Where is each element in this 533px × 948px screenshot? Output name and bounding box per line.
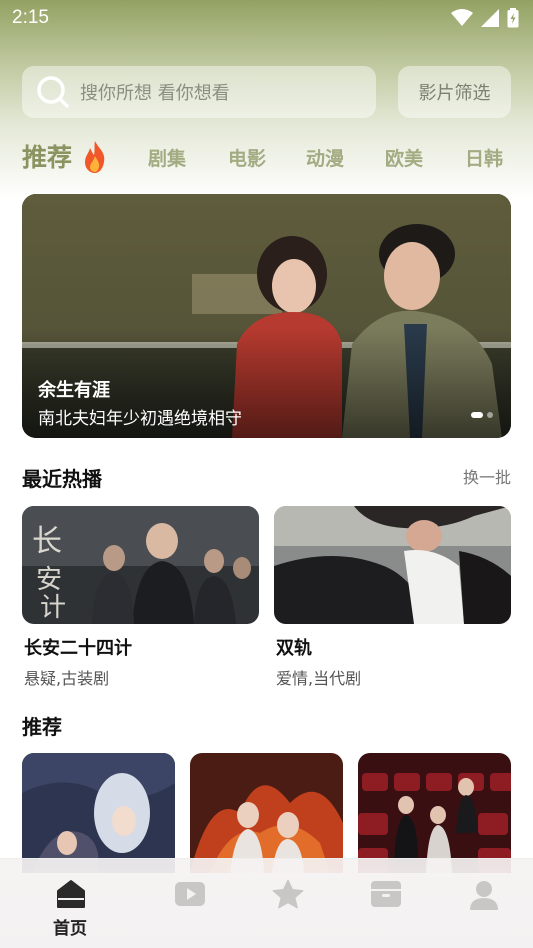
- refresh-button[interactable]: 换一批: [463, 464, 511, 488]
- nav-home-label[interactable]: 首页: [53, 914, 87, 939]
- poster-image: 长 安 计: [22, 506, 259, 624]
- section-title-recommend: 推荐: [22, 715, 62, 739]
- poster-image: [274, 506, 511, 624]
- battery-icon: [507, 8, 519, 28]
- nav-profile[interactable]: [464, 879, 504, 915]
- svg-text:长: 长: [32, 524, 62, 559]
- nav-favorite[interactable]: [268, 879, 308, 913]
- search-placeholder: 搜你所想 看你想看: [80, 83, 230, 104]
- search-input[interactable]: 搜你所想 看你想看: [22, 66, 376, 118]
- carousel-dot: [487, 412, 493, 418]
- poster-image: [22, 753, 175, 873]
- tab-recommend[interactable]: 推荐: [22, 138, 72, 174]
- poster-recommend-2[interactable]: [190, 753, 343, 873]
- carousel-indicator: [471, 412, 493, 418]
- nav-home[interactable]: [51, 879, 91, 913]
- flame-icon: [85, 141, 105, 173]
- card-title[interactable]: 双轨: [276, 634, 312, 660]
- search-icon: [37, 76, 69, 108]
- tab-anime[interactable]: 动漫: [306, 144, 344, 171]
- svg-text:安: 安: [36, 565, 62, 595]
- status-time: 2:15: [12, 7, 49, 28]
- tab-movie[interactable]: 电影: [228, 144, 266, 171]
- status-icons: [451, 8, 519, 28]
- banner-subtitle: 南北夫妇年少初遇绝境相守: [38, 409, 242, 429]
- tab-series[interactable]: 剧集: [148, 144, 186, 171]
- inbox-icon: [371, 881, 401, 907]
- card-title[interactable]: 长安二十四计: [24, 634, 132, 660]
- nav-inbox[interactable]: [366, 879, 406, 913]
- section-title-recent-hot: 最近热播: [22, 467, 102, 491]
- user-icon: [470, 881, 498, 910]
- poster-image: [358, 753, 511, 873]
- poster-image: [190, 753, 343, 873]
- tab-jpkr[interactable]: 日韩: [465, 144, 503, 171]
- card-tags: 悬疑,古装剧: [24, 669, 110, 688]
- banner-carousel[interactable]: 余生有涯 南北夫妇年少初遇绝境相守: [22, 194, 511, 438]
- wifi-icon: [451, 9, 473, 26]
- home-icon: [57, 880, 85, 908]
- star-icon: [272, 879, 304, 909]
- poster-recommend-3[interactable]: [358, 753, 511, 873]
- bottom-navigation: 首页: [0, 858, 533, 948]
- poster-shuanggui[interactable]: [274, 506, 511, 624]
- poster-changan[interactable]: 长 安 计: [22, 506, 259, 624]
- category-tabs: 推荐 剧集 电影 动漫 欧美 日韩: [0, 138, 533, 178]
- status-bar: 2:15: [0, 0, 533, 36]
- poster-recommend-1[interactable]: [22, 753, 175, 873]
- svg-text:计: 计: [40, 593, 66, 623]
- tab-western[interactable]: 欧美: [385, 144, 423, 171]
- nav-play[interactable]: [170, 879, 210, 913]
- card-tags: 爱情,当代剧: [276, 669, 362, 688]
- carousel-dot-active: [471, 412, 483, 418]
- signal-icon: [481, 9, 499, 27]
- filter-button[interactable]: 影片筛选: [398, 66, 511, 118]
- play-icon: [175, 882, 205, 906]
- banner-title: 余生有涯: [38, 380, 110, 401]
